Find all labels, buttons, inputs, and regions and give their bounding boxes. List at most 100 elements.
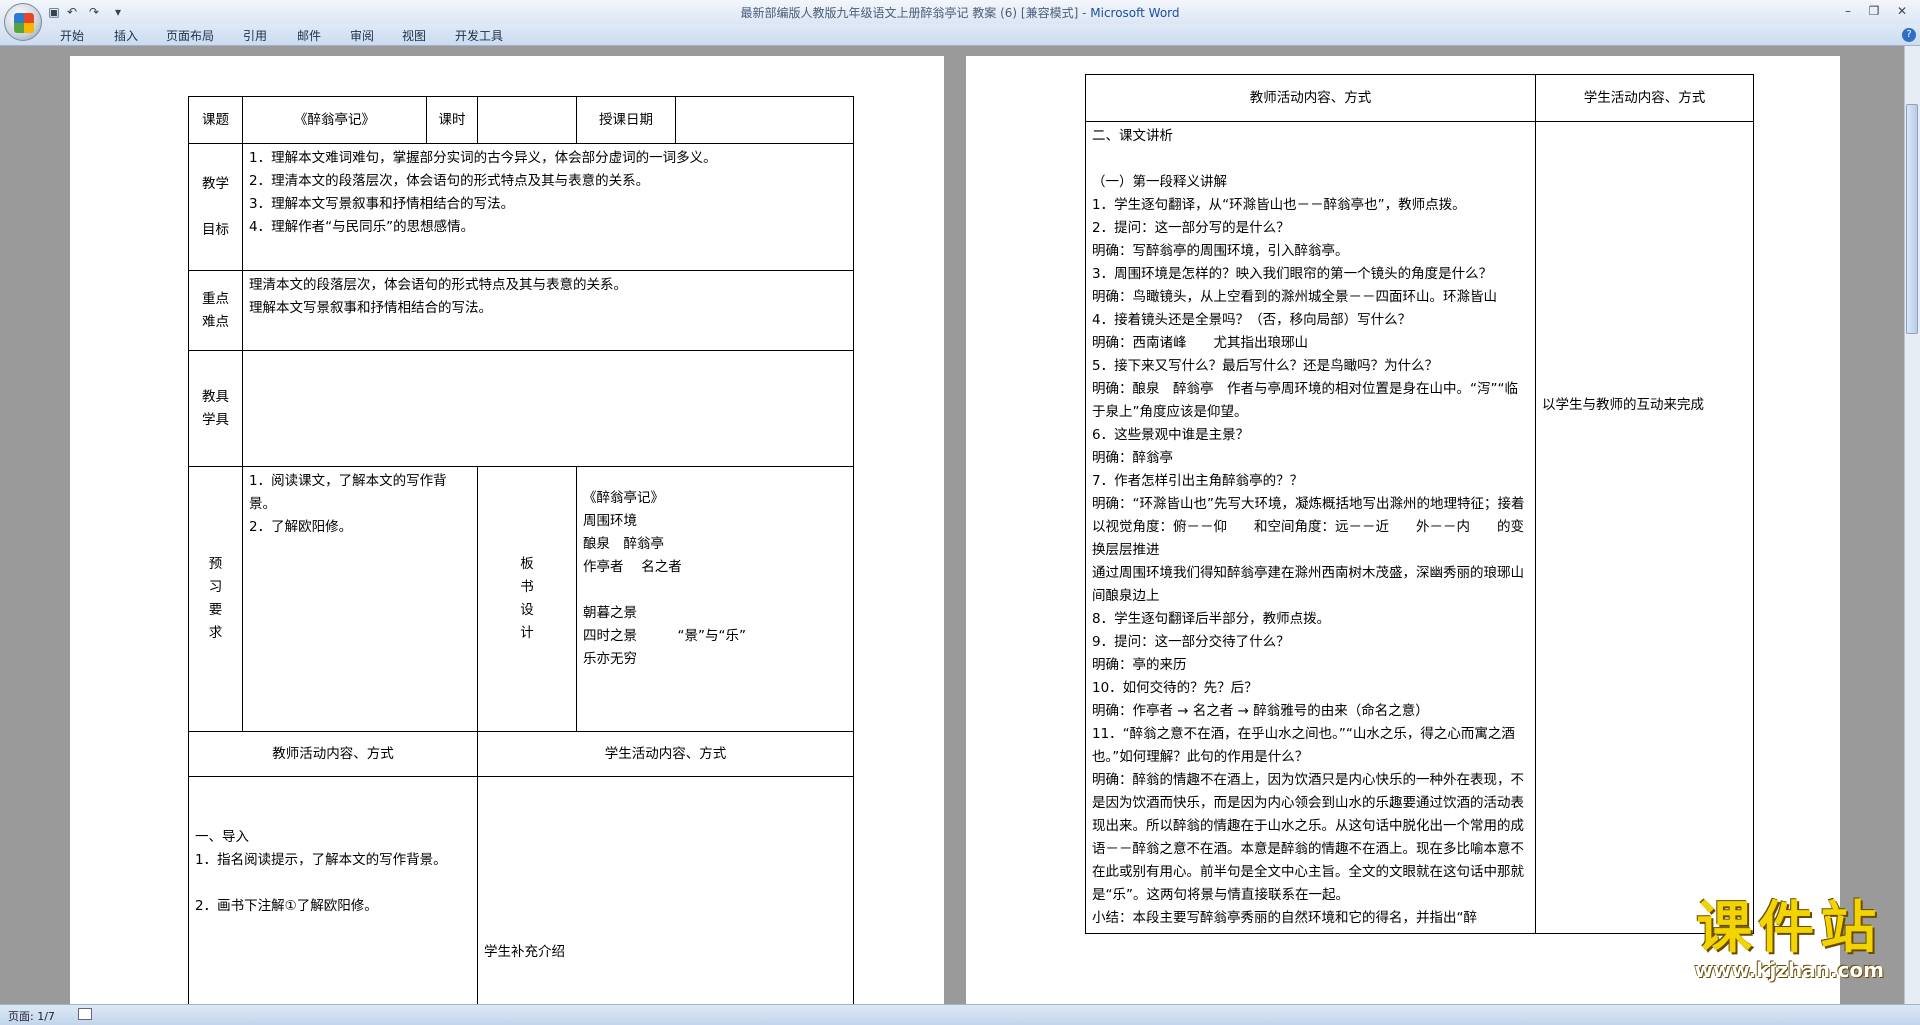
tools-label: 教具 学具 bbox=[188, 350, 243, 467]
preview-label-char: 预 bbox=[208, 556, 223, 572]
tools-cell[interactable] bbox=[242, 350, 854, 467]
teacher-line: 8．学生逐句翻译后半部分，教师点拨。 bbox=[1092, 611, 1331, 627]
teacher-line: 3．周围环境是怎样的？映入我们眼帘的第一个镜头的角度是什么？ bbox=[1092, 266, 1493, 282]
preview-item: 2．了解欧阳修。 bbox=[249, 519, 353, 535]
board-line: 朝暮之景 bbox=[583, 605, 637, 621]
restore-icon[interactable]: ❐ bbox=[1862, 2, 1886, 20]
preview-label-char: 要 bbox=[208, 602, 223, 618]
teacher-line: 6．这些景观中谁是主景？ bbox=[1092, 427, 1250, 443]
goal-item: 1．理解本文难词难句，掌握部分实词的古今异义，体会部分虚词的一词多义。 bbox=[249, 150, 717, 166]
date-label: 授课日期 bbox=[576, 96, 676, 144]
teacher-item: 一、导入 bbox=[195, 829, 249, 845]
board-label-char: 板 bbox=[520, 556, 534, 572]
preview-label-char: 习 bbox=[208, 579, 223, 595]
help-icon[interactable]: ? bbox=[1902, 28, 1916, 42]
goals-cell[interactable]: 1．理解本文难词难句，掌握部分实词的古今异义，体会部分虚词的一词多义。 2．理清… bbox=[242, 143, 854, 271]
date-value[interactable] bbox=[675, 96, 854, 144]
tools-label-line: 学具 bbox=[202, 411, 229, 428]
board-line: 周围环境 bbox=[583, 513, 637, 529]
preview-label: 预 习 要 求 bbox=[188, 466, 243, 732]
student-note: 学生补充介绍 bbox=[484, 944, 565, 960]
teacher-line: 明确：鸟瞰镜头，从上空看到的滁州城全景－－四面环山。环滁皆山 bbox=[1092, 289, 1497, 305]
ribbon-tabs: 开始 插入 页面布局 引用 邮件 审阅 视图 开发工具 ? bbox=[0, 24, 1920, 46]
preview-cell[interactable]: 1．阅读课文，了解本文的写作背景。 2．了解欧阳修。 bbox=[242, 466, 478, 732]
key-label-line: 重点 bbox=[202, 290, 229, 307]
teacher-line bbox=[1092, 148, 1529, 171]
app-name: Microsoft Word bbox=[1090, 6, 1180, 20]
teacher-line: 2．提问：这一部分写的是什么？ bbox=[1092, 220, 1290, 236]
teacher-line: 4．接着镜头还是全景吗？（否，移向局部）写什么？ bbox=[1092, 312, 1412, 328]
document-page-2[interactable]: 教师活动内容、方式 学生活动内容、方式 二、课文讲析 （一）第一段释义讲解 1．… bbox=[966, 56, 1840, 1004]
teacher-line: 小结：本段主要写醉翁亭秀丽的自然环境和它的得名，并指出“醉 bbox=[1092, 910, 1477, 926]
hours-label: 课时 bbox=[426, 96, 478, 144]
board-line: 乐亦无穷 bbox=[583, 651, 637, 667]
teacher-item bbox=[195, 803, 471, 826]
teacher-activity-header: 教师活动内容、方式 bbox=[188, 731, 478, 777]
tab-review[interactable]: 审阅 bbox=[350, 27, 374, 44]
close-icon[interactable]: ✕ bbox=[1890, 2, 1914, 20]
key-point-item: 理解本文写景叙事和抒情相结合的写法。 bbox=[249, 300, 492, 316]
board-label-char: 书 bbox=[520, 579, 534, 595]
document-page-1[interactable]: 课题 《醉翁亭记》 课时 授课日期 教学目标 1．理解本文难词难句，掌握部分实词… bbox=[70, 56, 944, 1004]
teacher-item: 1．指名阅读提示，了解本文的写作背景。 bbox=[195, 852, 447, 868]
proofing-icon[interactable] bbox=[78, 1008, 92, 1020]
goals-label-line: 教学 bbox=[202, 175, 229, 192]
tab-references[interactable]: 引用 bbox=[243, 27, 267, 44]
teacher-line: 明确：写醉翁亭的周围环境，引入醉翁亭。 bbox=[1092, 243, 1349, 259]
goals-label-line: 目标 bbox=[202, 221, 229, 238]
watermark: 课件站 www.kjzhan.com bbox=[1694, 896, 1884, 983]
goal-item: 4．理解作者“与民同乐”的思想感情。 bbox=[249, 219, 475, 235]
key-point-item: 理清本文的段落层次，体会语句的形式特点及其与表意的关系。 bbox=[249, 277, 627, 293]
document-title: 最新部编版人教版九年级语文上册醉翁亭记 教案 (6) [兼容模式] - bbox=[740, 6, 1091, 20]
title-bar: ▣ ↶ ↷ ▾ 最新部编版人教版九年级语文上册醉翁亭记 教案 (6) [兼容模式… bbox=[0, 0, 1920, 41]
key-label-line: 难点 bbox=[202, 313, 229, 330]
board-label-char: 计 bbox=[520, 625, 534, 641]
student-activity-cell[interactable]: 以学生与教师的互动来完成 bbox=[1535, 121, 1754, 934]
goals-label: 教学 目标 bbox=[188, 143, 243, 271]
teacher-line: 明确：醉翁亭 bbox=[1092, 450, 1173, 466]
tab-mailings[interactable]: 邮件 bbox=[297, 27, 321, 44]
tab-home[interactable]: 开始 bbox=[60, 27, 84, 44]
tab-page-layout[interactable]: 页面布局 bbox=[166, 27, 214, 44]
window-title: 最新部编版人教版九年级语文上册醉翁亭记 教案 (6) [兼容模式] - Micr… bbox=[0, 4, 1920, 21]
teacher-line: 通过周围环境我们得知醉翁亭建在滁州西南树木茂盛，深幽秀丽的琅琊山间酿泉边上 bbox=[1092, 565, 1524, 604]
office-button[interactable] bbox=[4, 3, 42, 41]
teacher-line: 7．作者怎样引出主角醉翁亭的？？ bbox=[1092, 473, 1304, 489]
key-points-label: 重点 难点 bbox=[188, 270, 243, 351]
lesson-title: 《醉翁亭记》 bbox=[242, 96, 427, 144]
teacher-line: 明确：“环滁皆山也”先写大环境，凝炼概括地写出滁州的地理特征；接着以视觉角度：俯… bbox=[1092, 496, 1525, 558]
board-label-char: 设 bbox=[520, 602, 534, 618]
teacher-line: 明确：酿泉 醉翁亭 作者与亭周环境的相对位置是身在山中。“泻”“临于泉上”角度应… bbox=[1092, 381, 1518, 420]
activity-table: 教师活动内容、方式 学生活动内容、方式 二、课文讲析 （一）第一段释义讲解 1．… bbox=[1085, 74, 1754, 934]
teacher-activity-cell[interactable]: 二、课文讲析 （一）第一段释义讲解 1．学生逐句翻译，从“环滁皆山也－－醉翁亭也… bbox=[1085, 121, 1536, 934]
student-activity-cell[interactable]: 学生补充介绍 bbox=[477, 776, 854, 1004]
key-points-cell[interactable]: 理清本文的段落层次，体会语句的形式特点及其与表意的关系。 理解本文写景叙事和抒情… bbox=[242, 270, 854, 351]
teacher-line: 10．如何交待的？先？后？ bbox=[1092, 680, 1258, 696]
tab-insert[interactable]: 插入 bbox=[114, 27, 138, 44]
watermark-text: 课件站 bbox=[1696, 896, 1883, 961]
goal-item: 3．理解本文写景叙事和抒情相结合的写法。 bbox=[249, 196, 515, 212]
hours-value[interactable] bbox=[477, 96, 577, 144]
page-indicator[interactable]: 页面: 1/7 bbox=[8, 1008, 55, 1024]
teacher-line: 1．学生逐句翻译，从“环滁皆山也－－醉翁亭也”，教师点拨。 bbox=[1092, 197, 1466, 213]
board-label: 板 书 设 计 bbox=[477, 466, 577, 732]
goal-item: 2．理清本文的段落层次，体会语句的形式特点及其与表意的关系。 bbox=[249, 173, 650, 189]
teacher-line: 5．接下来又写什么？最后写什么？还是鸟瞰吗？为什么？ bbox=[1092, 358, 1439, 374]
vertical-scrollbar[interactable] bbox=[1904, 46, 1920, 1004]
scrollbar-thumb[interactable] bbox=[1906, 104, 1918, 334]
preview-label-char: 求 bbox=[208, 625, 223, 641]
minimize-icon[interactable]: – bbox=[1836, 2, 1860, 20]
teacher-activity-cell[interactable]: 一、导入 1．指名阅读提示，了解本文的写作背景。 2．画书下注解①了解欧阳修。 bbox=[188, 776, 478, 1004]
teacher-line: 明确：亭的来历 bbox=[1092, 657, 1187, 673]
student-activity-header: 学生活动内容、方式 bbox=[1535, 74, 1754, 122]
board-line bbox=[583, 579, 847, 602]
teacher-line: 11．“醉翁之意不在酒，在乎山水之间也。”“山水之乐，得之心而寓之酒也。”如何理… bbox=[1092, 726, 1515, 765]
board-cell[interactable]: 《醉翁亭记》 周围环境 酿泉 醉翁亭 作亭者 名之者 朝暮之景 四时之景 “景”… bbox=[576, 466, 854, 732]
tools-label-line: 教具 bbox=[202, 388, 229, 405]
tab-developer[interactable]: 开发工具 bbox=[455, 27, 503, 44]
tab-view[interactable]: 视图 bbox=[402, 27, 426, 44]
preview-item: 1．阅读课文，了解本文的写作背景。 bbox=[249, 473, 447, 512]
board-line: 作亭者 名之者 bbox=[583, 559, 682, 575]
lesson-label: 课题 bbox=[188, 96, 243, 144]
status-bar: 页面: 1/7 bbox=[0, 1004, 1920, 1025]
